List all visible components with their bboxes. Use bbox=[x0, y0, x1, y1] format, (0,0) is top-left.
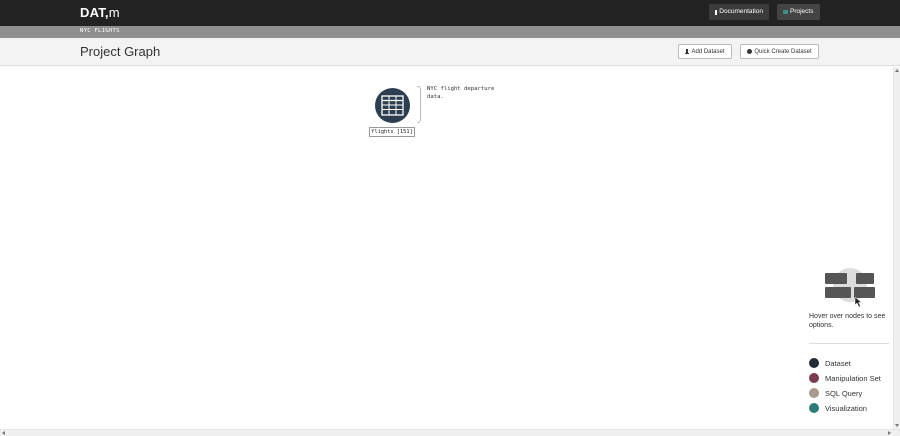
table-icon bbox=[381, 95, 404, 116]
scroll-down-icon[interactable] bbox=[895, 424, 899, 427]
node-description-bracket bbox=[417, 86, 421, 123]
horizontal-scrollbar[interactable] bbox=[0, 429, 900, 436]
plus-circle-icon bbox=[747, 49, 753, 54]
book-icon bbox=[715, 9, 718, 15]
legend-item-manipulation-set: Manipulation Set bbox=[809, 373, 881, 383]
manipulation-set-color-dot bbox=[809, 373, 819, 383]
hover-hint-icon bbox=[825, 268, 875, 302]
upload-icon bbox=[685, 49, 690, 54]
legend-label: Dataset bbox=[825, 358, 851, 368]
hover-hint-text: Hover over nodes to see options. bbox=[809, 313, 886, 329]
page-title: Project Graph bbox=[80, 44, 161, 59]
page-header: Project Graph Add Dataset Quick Create D… bbox=[0, 38, 900, 66]
description-line: data. bbox=[427, 93, 444, 100]
legend-item-sql-query: SQL Query bbox=[809, 388, 862, 398]
legend-item-visualization: Visualization bbox=[809, 403, 867, 413]
dataset-node-label[interactable]: flights [151] bbox=[369, 127, 415, 137]
dataset-node-description: NYC flight departure data. bbox=[427, 86, 497, 101]
legend-label: SQL Query bbox=[825, 388, 863, 398]
projects-label: Projects bbox=[790, 8, 814, 15]
vertical-scrollbar[interactable] bbox=[893, 67, 900, 429]
folder-icon bbox=[783, 10, 788, 14]
brand-logo[interactable]: DAT,m bbox=[80, 5, 120, 20]
project-breadcrumb-bar: NYC FLIGHTS bbox=[0, 26, 900, 38]
quick-create-dataset-button[interactable]: Quick Create Dataset bbox=[740, 44, 819, 59]
legend-item-dataset: Dataset bbox=[809, 358, 851, 368]
top-navbar: DAT,m Documentation Projects bbox=[0, 0, 900, 26]
brand-suffix: m bbox=[108, 5, 120, 20]
scroll-left-icon[interactable] bbox=[2, 431, 5, 435]
project-graph-canvas[interactable] bbox=[0, 67, 893, 429]
dataset-node[interactable] bbox=[375, 88, 410, 123]
scroll-up-icon[interactable] bbox=[895, 69, 899, 72]
description-line: NYC flight departure bbox=[427, 86, 495, 92]
legend-label: Manipulation Set bbox=[825, 373, 881, 383]
mouse-cursor-icon bbox=[855, 297, 863, 307]
brand-main: DAT, bbox=[80, 5, 109, 20]
projects-button[interactable]: Projects bbox=[777, 4, 820, 20]
dataset-color-dot bbox=[809, 358, 819, 368]
visualization-color-dot bbox=[809, 403, 819, 413]
quick-create-label: Quick Create Dataset bbox=[754, 48, 812, 55]
legend-label: Visualization bbox=[825, 403, 867, 413]
scroll-right-icon[interactable] bbox=[888, 431, 891, 435]
add-dataset-button[interactable]: Add Dataset bbox=[678, 44, 732, 59]
legend-divider bbox=[809, 343, 889, 344]
sql-query-color-dot bbox=[809, 388, 819, 398]
documentation-label: Documentation bbox=[719, 8, 763, 15]
add-dataset-label: Add Dataset bbox=[691, 48, 725, 55]
documentation-button[interactable]: Documentation bbox=[709, 4, 769, 20]
breadcrumb[interactable]: NYC FLIGHTS bbox=[80, 28, 120, 34]
